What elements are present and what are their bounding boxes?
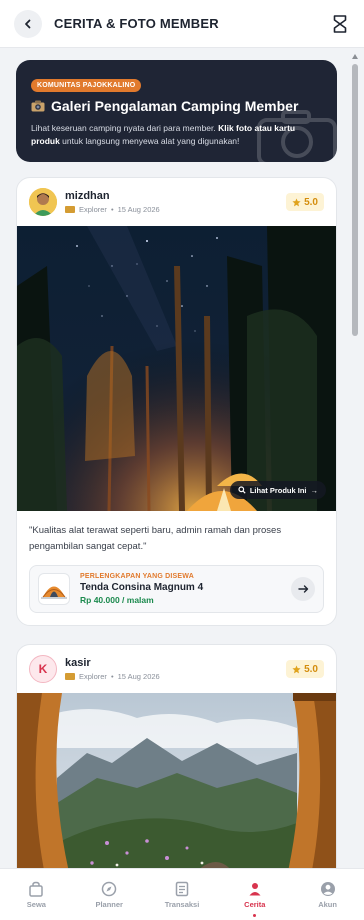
view-product-label: Lihat Produk Ini	[249, 485, 307, 495]
username[interactable]: mizdhan	[65, 190, 160, 202]
rating-value: 5.0	[304, 196, 318, 208]
nav-item-cerita[interactable]: Cerita	[218, 869, 291, 920]
content-scroll[interactable]: KOMUNITAS PAJOKKALINO Galeri Pengalaman …	[0, 48, 350, 868]
product-label: PERLENGKAPAN YANG DISEWA	[80, 573, 194, 580]
nav-label-akun: Akun	[318, 899, 337, 909]
banner-desc-suffix: untuk langsung menyewa alat yang digunak…	[59, 136, 240, 146]
nav-label-transaksi: Transaksi	[164, 899, 200, 909]
search-icon	[238, 486, 246, 494]
night-forest-photo	[17, 226, 336, 511]
meta-separator: •	[110, 672, 114, 681]
nav-label-cerita: Cerita	[244, 899, 266, 909]
rank-icon	[65, 206, 75, 213]
story-photo[interactable]	[17, 693, 336, 868]
nav-label-planner: Planner	[95, 899, 123, 909]
banner-title-text: Galeri Pengalaman Camping Member	[51, 98, 299, 114]
rented-product-card[interactable]: PERLENGKAPAN YANG DISEWA Tenda Consina M…	[29, 565, 324, 613]
product-name: Tenda Consina Magnum 4	[80, 582, 204, 593]
banner-description: Lihat keseruan camping nyata dari para m…	[31, 122, 313, 148]
story-card: mizdhan Explorer • 15 Aug 2026 5.0 Lihat…	[16, 177, 337, 626]
post-date: 15 Aug 2026	[117, 205, 160, 214]
chevron-left-icon	[25, 19, 31, 28]
rating-badge: 5.0	[286, 193, 324, 211]
compass-icon	[101, 881, 117, 896]
nav-label-sewa: Sewa	[26, 899, 46, 909]
meta-separator: •	[110, 205, 114, 214]
rating-badge: 5.0	[286, 660, 324, 678]
user-icon	[249, 882, 261, 895]
tent-icon	[41, 586, 67, 599]
back-button[interactable]	[14, 9, 42, 38]
review-text: "Kualitas alat terawat seperti baru, adm…	[29, 525, 282, 552]
rating-value: 5.0	[304, 663, 318, 675]
story-card: K kasir Explorer • 15 Aug 2026 5.0	[16, 644, 337, 868]
nav-item-akun[interactable]: Akun	[291, 869, 364, 920]
top-bar: CERITA & FOTO MEMBER	[0, 0, 364, 48]
story-photo[interactable]: Lihat Produk Ini →	[17, 226, 336, 511]
rank-icon	[65, 673, 75, 680]
bag-icon	[29, 881, 44, 897]
active-indicator	[253, 914, 257, 917]
nav-item-planner[interactable]: Planner	[73, 869, 146, 920]
view-product-button[interactable]: Lihat Produk Ini →	[229, 481, 326, 499]
nav-item-sewa[interactable]: Sewa	[0, 869, 73, 920]
user-meta: Explorer • 15 Aug 2026	[65, 672, 160, 681]
community-banner: KOMUNITAS PAJOKKALINO Galeri Pengalaman …	[16, 60, 337, 162]
bottom-navigation: Sewa Planner Transaksi Cerita Akun	[0, 868, 364, 920]
banner-title: Galeri Pengalaman Camping Member	[31, 98, 298, 114]
star-icon	[292, 664, 301, 673]
scrollbar-thumb[interactable]	[352, 64, 358, 336]
story-card-header: K kasir Explorer • 15 Aug 2026 5.0	[17, 645, 336, 693]
user-rank: Explorer	[79, 672, 107, 681]
avatar[interactable]	[29, 188, 57, 216]
scrollbar[interactable]	[351, 52, 359, 864]
username[interactable]: kasir	[65, 657, 160, 669]
hourglass-button[interactable]	[330, 13, 350, 35]
banner-desc-prefix: Lihat keseruan camping nyata dari para m…	[31, 123, 219, 133]
camera-icon	[31, 100, 45, 112]
page-title: CERITA & FOTO MEMBER	[54, 16, 219, 31]
story-card-header: mizdhan Explorer • 15 Aug 2026 5.0	[17, 178, 336, 226]
product-thumbnail	[38, 573, 70, 605]
caret-up-icon	[352, 53, 358, 59]
arrow-right-icon	[297, 585, 308, 593]
arrow-right-icon: →	[310, 485, 319, 495]
community-badge: KOMUNITAS PAJOKKALINO	[31, 79, 142, 92]
star-icon	[292, 197, 301, 206]
post-date: 15 Aug 2026	[117, 672, 160, 681]
document-icon	[175, 881, 189, 896]
user-rank: Explorer	[79, 205, 107, 214]
account-icon	[320, 881, 335, 896]
product-price: Rp 40.000 / malam	[80, 595, 154, 605]
mountain-tent-photo	[17, 693, 336, 868]
hourglass-icon	[333, 14, 347, 33]
product-arrow-button[interactable]	[291, 577, 315, 601]
scroll-up-arrow[interactable]	[351, 52, 359, 60]
user-photo-icon	[29, 188, 57, 216]
avatar[interactable]: K	[29, 655, 57, 683]
user-meta: Explorer • 15 Aug 2026	[65, 205, 160, 214]
nav-item-transaksi[interactable]: Transaksi	[146, 869, 219, 920]
